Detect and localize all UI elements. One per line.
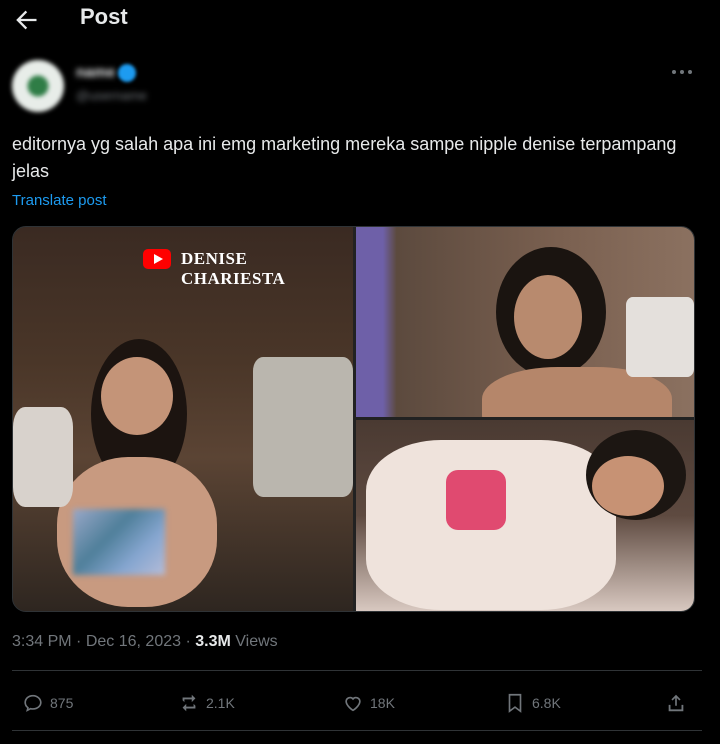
media-grid[interactable]: DENISE CHARIESTA: [12, 226, 695, 612]
top-bar: Post: [0, 0, 720, 40]
verified-badge-icon: [118, 64, 136, 82]
more-options-icon[interactable]: [668, 62, 696, 82]
avatar[interactable]: [12, 60, 64, 112]
reply-icon: [24, 694, 42, 712]
bookmark-icon: [508, 693, 522, 713]
media-image-3[interactable]: [356, 420, 694, 611]
image-figure: [592, 456, 664, 516]
repost-count: 2.1K: [206, 695, 235, 711]
reply-button[interactable]: 875: [22, 686, 73, 720]
bookmark-count: 6.8K: [532, 695, 561, 711]
image-figure: [514, 275, 582, 359]
heart-icon: [345, 696, 361, 712]
like-count: 18K: [370, 695, 395, 711]
separator: ·: [185, 633, 191, 650]
page-title: Post: [80, 4, 128, 29]
media-image-2[interactable]: [356, 227, 694, 417]
share-icon: [668, 694, 684, 712]
image-figure: [446, 470, 506, 530]
share-button[interactable]: [665, 686, 687, 720]
bookmark-button[interactable]: 6.8K: [504, 686, 561, 720]
image-figure: [13, 407, 73, 507]
author-name[interactable]: name: [76, 64, 115, 81]
views-label: Views: [235, 633, 278, 650]
author-handle[interactable]: @username: [76, 88, 147, 103]
like-button[interactable]: 18K: [342, 686, 395, 720]
repost-button[interactable]: 2.1K: [178, 686, 235, 720]
post-date[interactable]: Dec 16, 2023: [86, 633, 181, 650]
translate-post-link[interactable]: Translate post: [12, 192, 107, 209]
post-timestamp: 3:34 PM · Dec 16, 2023 · 3.3M Views: [12, 633, 278, 651]
image-figure: [101, 357, 173, 435]
censor-blur: [73, 509, 165, 575]
divider: [12, 670, 702, 671]
views-count: 3.3M: [195, 633, 231, 650]
image-figure: [253, 357, 353, 497]
youtube-logo-icon: [143, 249, 171, 269]
back-arrow-icon[interactable]: [12, 6, 40, 34]
post-time[interactable]: 3:34 PM: [12, 633, 72, 650]
reply-count: 875: [50, 695, 74, 711]
media-image-1[interactable]: DENISE CHARIESTA: [13, 227, 353, 611]
post-text: editornya yg salah apa ini emg marketing…: [12, 134, 677, 181]
divider: [12, 730, 702, 731]
separator: ·: [76, 633, 82, 650]
repost-icon: [182, 694, 196, 712]
image-figure: [626, 297, 694, 377]
channel-watermark: DENISE CHARIESTA: [181, 249, 286, 288]
action-bar: 875 2.1K 18K 6.8K: [0, 686, 720, 720]
